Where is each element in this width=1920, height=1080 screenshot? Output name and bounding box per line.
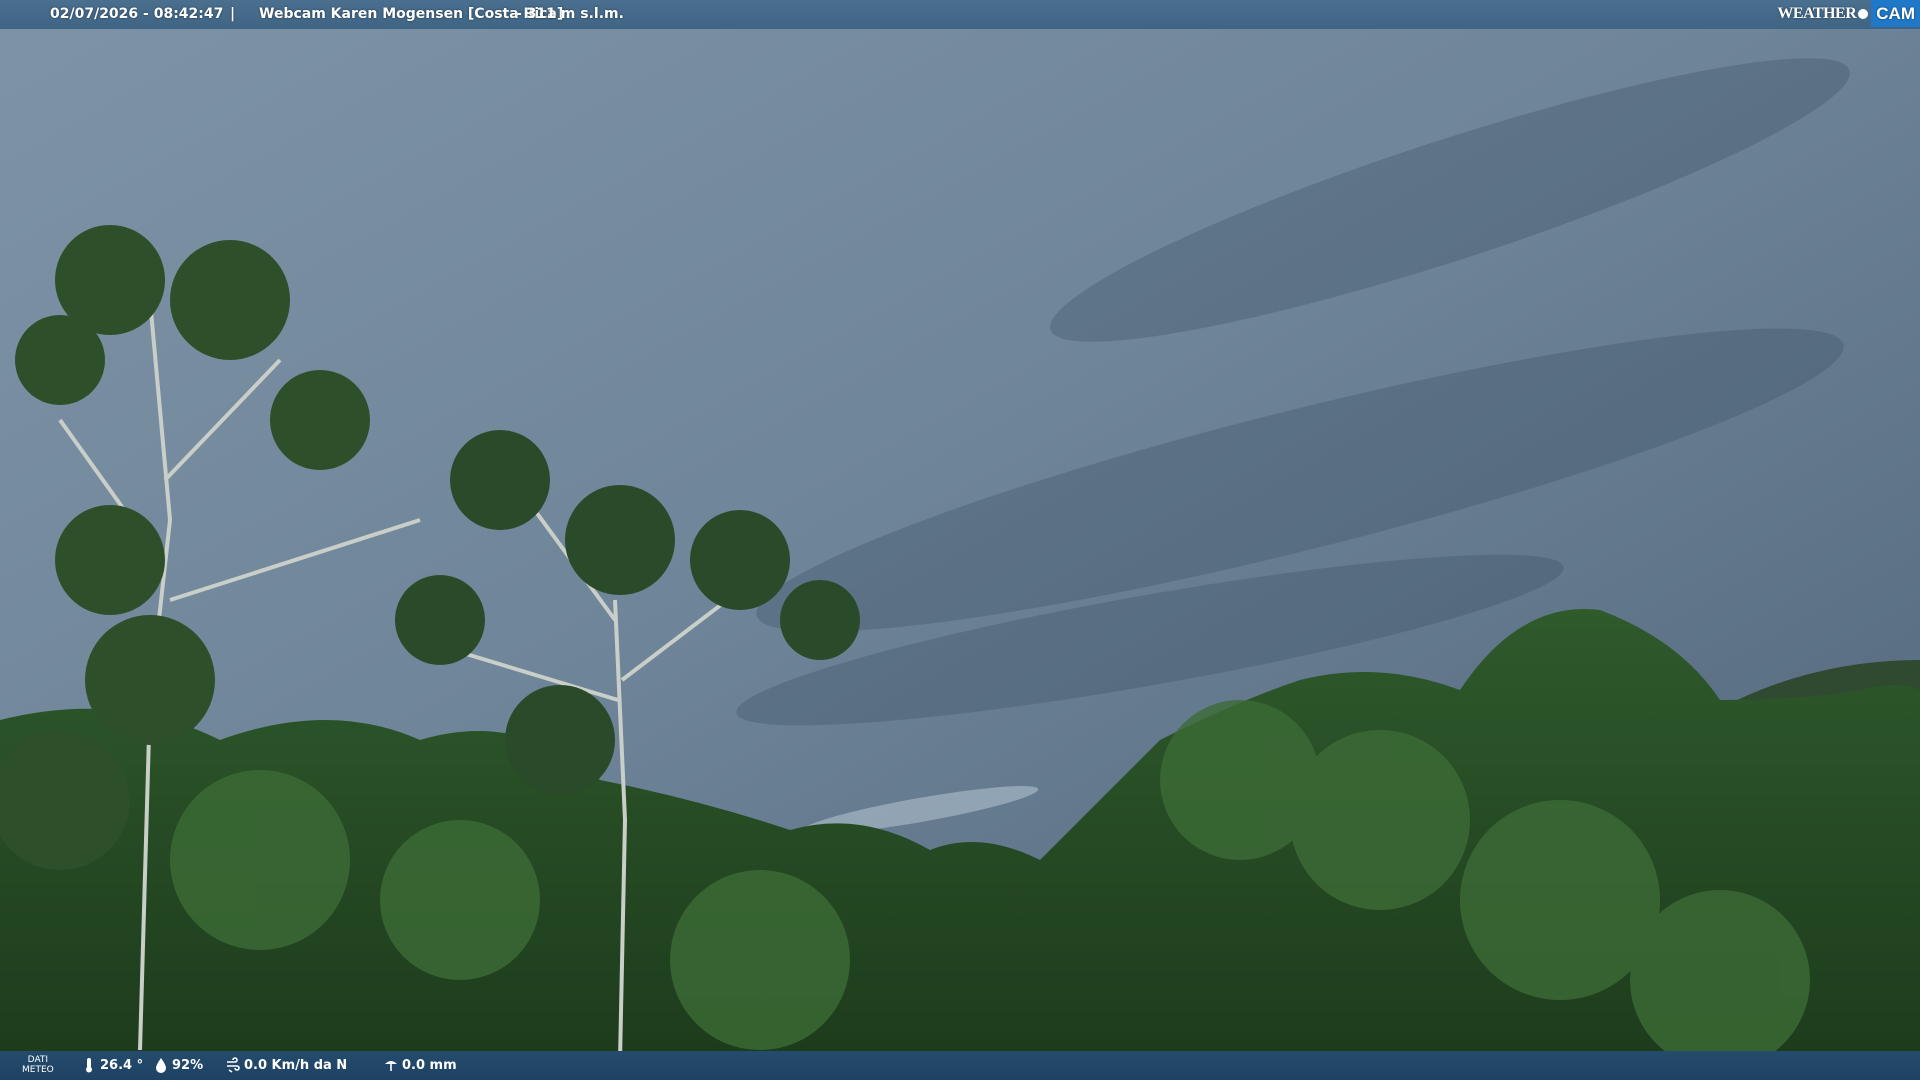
rain-value: 0.0 mm [402,1057,457,1073]
temperature-reading: 26.4 ° [82,1057,143,1073]
humidity-reading: 92% [154,1057,203,1073]
weathercam-logo[interactable]: WEATHER CAM [1777,0,1920,27]
logo-word-right: CAM [1871,0,1920,27]
rain-gauge-icon [385,1061,397,1071]
temperature-value: 26.4 ° [100,1057,144,1073]
altitude: - 311 m s.l.m. [516,6,624,22]
weather-label: DATI METEO [22,1055,54,1075]
wind-value: 0.0 Km/h da N [244,1057,348,1073]
webcam-image [0,0,1920,1080]
webcam-scene [0,0,1920,1080]
top-info-bar: 02/07/2026 - 08:42:47 | Webcam Karen Mog… [0,0,1920,29]
weather-label-line2: METEO [22,1065,54,1075]
humidity-value: 92% [172,1057,204,1073]
timestamp: 02/07/2026 - 08:42:47 [50,6,224,22]
header-separator: | [230,6,236,22]
rain-reading: 0.0 mm [384,1057,457,1073]
logo-word-left: WEATHER [1777,4,1857,22]
wind-icon [227,1057,240,1073]
humidity-drop-icon [156,1058,166,1073]
weather-data-bar: DATI METEO 26.4 ° 92% 0.0 Km/h da N 0.0 … [0,1051,1920,1080]
thermometer-icon [86,1058,92,1073]
wind-reading: 0.0 Km/h da N [226,1057,347,1073]
logo-dot-icon [1858,8,1869,19]
weather-label-line1: DATI [27,1055,49,1065]
